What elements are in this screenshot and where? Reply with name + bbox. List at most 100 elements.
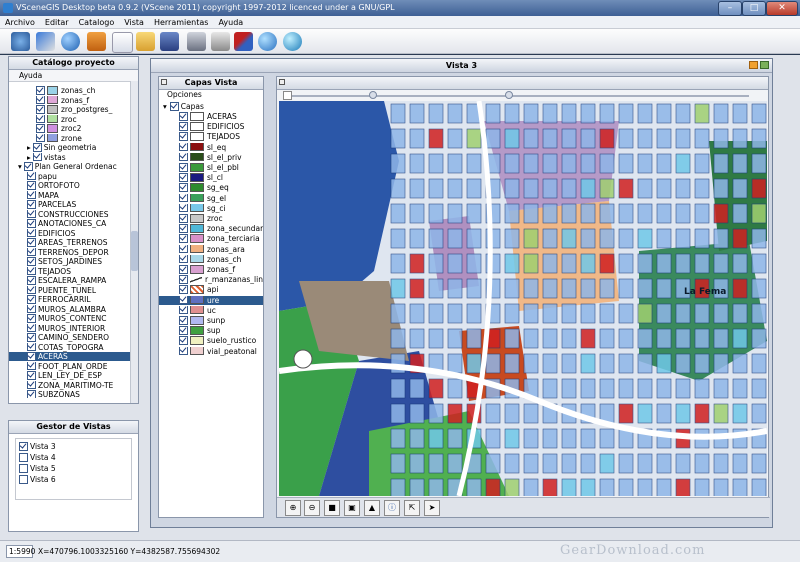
catalog-row[interactable]: TEJADOS (9, 266, 138, 276)
save-icon[interactable] (160, 32, 179, 51)
layer-checkbox[interactable] (27, 171, 36, 180)
menu-catalogo[interactable]: Catalogo (74, 16, 120, 29)
catalog-menu-ayuda[interactable]: Ayuda (9, 70, 138, 82)
catalog-row[interactable]: ▸ Sin geometria (9, 143, 138, 152)
layer-checkbox[interactable] (32, 143, 42, 152)
tools-icon[interactable] (234, 32, 253, 51)
catalog-row[interactable]: AREAS_TERRENOS (9, 238, 138, 247)
layer-checkbox[interactable] (27, 276, 36, 285)
layers-options[interactable]: Opciones (159, 90, 263, 100)
layer-row[interactable]: zona_terciaria (159, 234, 263, 243)
catalog-row[interactable]: zonas_ch (9, 86, 138, 95)
layer-row[interactable]: r_manzanas_lines (159, 275, 263, 284)
catalog-row[interactable]: zroc (9, 114, 138, 124)
view-item[interactable]: Vista 5 (19, 464, 56, 473)
catalog-row[interactable]: COTAS_TOPOGRA (9, 342, 138, 352)
layer-checkbox[interactable] (27, 333, 36, 342)
layer-row[interactable]: zonas_ara (159, 244, 263, 254)
open-folder-icon[interactable] (136, 32, 155, 51)
layer-visibility-checkbox[interactable] (179, 285, 188, 294)
view-checkbox[interactable] (19, 453, 28, 462)
layer-row[interactable]: zonas_ch (159, 254, 263, 264)
catalog-row[interactable]: LEN_LEY_DE_ESP (9, 371, 138, 380)
view-maximize-icon[interactable] (760, 61, 769, 69)
layer-visibility-checkbox[interactable] (179, 152, 188, 162)
zoom-slider-track[interactable] (289, 95, 749, 97)
catalog-row[interactable]: MUROS_CONTENC (9, 314, 138, 323)
layer-checkbox[interactable] (36, 105, 45, 114)
catalog-row[interactable]: CAMINO_SENDERO (9, 333, 138, 342)
catalog-tree[interactable]: zonas_ch zonas_f zro_postgres_ zroc zroc2 zro… (9, 82, 138, 398)
layer-checkbox[interactable] (27, 190, 36, 199)
layer-visibility-checkbox[interactable] (179, 132, 188, 141)
layer-visibility-checkbox[interactable] (179, 142, 188, 152)
layer-visibility-checkbox[interactable] (179, 163, 188, 172)
layer-row[interactable]: vial_peatonal (159, 346, 263, 356)
catalog-row[interactable]: ZONA_MARITIMO-TE (9, 380, 138, 390)
layer-visibility-checkbox[interactable] (179, 316, 188, 325)
layer-visibility-checkbox[interactable] (179, 193, 188, 203)
layer-checkbox[interactable] (36, 95, 45, 104)
tree-expander-icon[interactable]: ▾ (18, 162, 22, 171)
catalog-row[interactable]: SUBZONAS (9, 390, 138, 398)
layer-checkbox[interactable] (36, 114, 45, 123)
layer-visibility-checkbox[interactable] (179, 122, 188, 131)
pointer-icon[interactable]: ➤ (424, 500, 440, 516)
layer-visibility-checkbox[interactable] (179, 336, 188, 345)
panel-grip-icon[interactable] (161, 79, 167, 85)
layer-checkbox[interactable] (36, 133, 45, 142)
print-icon[interactable] (187, 32, 206, 51)
close-button[interactable]: ✕ (766, 1, 798, 16)
catalog-row[interactable]: ANOTACIONES_CA (9, 219, 138, 228)
map-grip-icon[interactable] (279, 79, 285, 85)
full-extent-icon[interactable]: ■ (324, 500, 340, 516)
view-item[interactable]: Vista 3 (19, 442, 56, 451)
server-icon[interactable] (211, 32, 230, 51)
view-item[interactable]: Vista 4 (19, 453, 56, 462)
layer-checkbox[interactable] (36, 86, 45, 95)
catalog-row[interactable]: SETOS_JARDINES (9, 257, 138, 266)
layer-visibility-checkbox[interactable] (179, 234, 188, 243)
minimize-button[interactable]: – (718, 1, 742, 16)
catalog-row[interactable]: FOOT_PLAN_ORDE (9, 361, 138, 371)
layer-row[interactable]: sg_ci (159, 203, 263, 213)
layer-visibility-checkbox[interactable] (179, 203, 188, 213)
catalog-row[interactable]: TERRENOS_DEPOR (9, 247, 138, 257)
image-icon[interactable]: ▲ (364, 500, 380, 516)
layer-checkbox[interactable] (27, 200, 36, 209)
slider-start-box[interactable] (283, 91, 292, 100)
new-file-icon[interactable] (112, 32, 133, 53)
layer-row[interactable]: sl_el_pbl (159, 163, 263, 172)
catalog-row[interactable]: ORTOFOTO (9, 181, 138, 190)
catalog-row[interactable]: MAPA (9, 190, 138, 200)
layers-tree[interactable]: ▾ Capas ACERAS EDIFICIOS TEJADOS sl_eq sl_el_p… (159, 100, 263, 505)
layer-checkbox[interactable] (27, 228, 36, 237)
layer-visibility-checkbox[interactable] (179, 214, 188, 223)
layer-row[interactable]: TEJADOS (159, 132, 263, 141)
tree-expander-icon[interactable]: ▸ (27, 143, 31, 152)
view-checkbox[interactable] (19, 475, 28, 484)
scale-field[interactable]: 1:5990 (6, 545, 35, 558)
layer-checkbox[interactable] (27, 238, 36, 247)
layer-row[interactable]: sl_el_priv (159, 152, 263, 162)
catalog-row[interactable]: PUENTE_TUNEL (9, 285, 138, 295)
layer-row[interactable]: sup (159, 326, 263, 335)
globe-search-icon[interactable] (258, 32, 277, 51)
zoom-out-icon[interactable]: ⊖ (304, 500, 320, 516)
tree-expander-icon[interactable]: ▾ (163, 102, 167, 111)
catalog-scrollbar[interactable] (130, 81, 138, 403)
catalog-row[interactable]: EDIFICIOS (9, 228, 138, 238)
catalog-row[interactable]: zrone (9, 133, 138, 143)
layer-checkbox[interactable] (27, 371, 36, 380)
zoom-box-icon[interactable]: ▣ (344, 500, 360, 516)
catalog-row[interactable]: PARCELAS (9, 200, 138, 209)
view-minimize-icon[interactable] (749, 61, 758, 69)
add-layer-icon[interactable] (283, 32, 302, 51)
map-canvas[interactable]: La Fema (279, 101, 767, 496)
catalog-row[interactable]: FERROCARRIL (9, 295, 138, 304)
view-checkbox[interactable] (19, 464, 28, 473)
opacity-slider-handle[interactable] (505, 91, 513, 99)
layers-root[interactable]: ▾ Capas (163, 102, 204, 111)
layer-checkbox[interactable] (27, 209, 36, 218)
layer-visibility-checkbox[interactable] (179, 265, 188, 274)
